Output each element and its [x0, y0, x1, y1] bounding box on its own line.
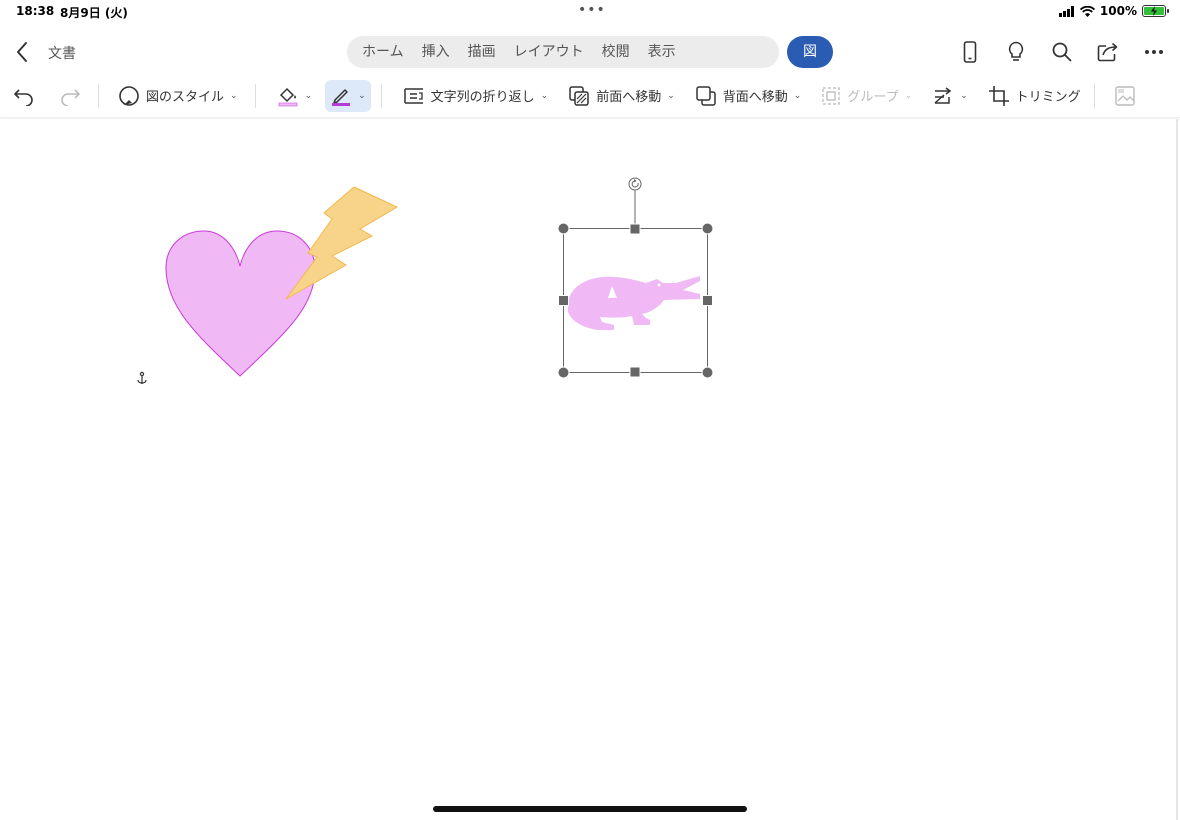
ribbon-tabs: ホーム 挿入 描画 レイアウト 校閲 表示 [347, 36, 779, 68]
battery-icon [1142, 5, 1169, 17]
paint-bucket-icon [278, 87, 297, 106]
line-color-button[interactable]: ⌄ [325, 79, 371, 112]
chevron-down-icon: ⌄ [904, 90, 913, 101]
group-label: グループ [847, 90, 899, 105]
chevron-down-icon: ⌄ [667, 90, 675, 101]
undo-icon [14, 88, 33, 106]
tab-draw[interactable]: 描画 [459, 36, 505, 68]
resize-handle-edge[interactable] [702, 295, 713, 306]
tab-view[interactable]: 表示 [639, 36, 685, 68]
resize-handle-corner[interactable] [557, 366, 570, 379]
rotate-icon [934, 86, 952, 104]
alt-text-image-icon [1114, 85, 1135, 106]
resize-handle-edge[interactable] [629, 366, 641, 378]
crocodile-shape[interactable] [568, 276, 700, 330]
bring-forward-icon [569, 85, 589, 106]
status-bar: 18:38 8月9日 (火) ••• 100% [0, 0, 1180, 24]
chevron-left-icon [17, 42, 27, 62]
bring-forward-button[interactable]: 前面へ移動 ⌄ [563, 80, 680, 112]
group-icon [822, 86, 840, 105]
top-right-icons [956, 38, 1168, 66]
wrap-text-label: 文字列の折り返し [430, 90, 535, 105]
chevron-down-icon: ⌄ [358, 90, 366, 101]
resize-handle-corner[interactable] [701, 366, 714, 379]
status-time: 18:38 [16, 4, 55, 18]
share-button[interactable] [1094, 38, 1122, 66]
chevron-down-icon: ⌄ [960, 90, 968, 101]
ribbon-separator [98, 83, 99, 108]
chevron-down-icon: ⌄ [540, 90, 549, 101]
cellular-signal-icon [1058, 5, 1074, 17]
fill-color-button[interactable]: ⌄ [272, 80, 318, 112]
resize-handle-corner[interactable] [557, 222, 570, 235]
multitasking-dots-icon[interactable]: ••• [578, 2, 606, 18]
ribbon-separator [1093, 83, 1095, 108]
share-icon [1097, 42, 1118, 62]
home-indicator[interactable] [433, 806, 747, 812]
send-backward-label: 背面へ移動 [722, 90, 788, 105]
back-button[interactable] [10, 38, 34, 66]
picture-styles-label: 図のスタイル [146, 90, 225, 105]
crop-icon [988, 85, 1009, 106]
chevron-down-icon: ⌄ [304, 90, 313, 101]
tab-insert[interactable]: 挿入 [413, 36, 459, 68]
tab-layout[interactable]: レイアウト [505, 36, 593, 68]
wrap-text-icon [403, 87, 423, 104]
anchor-icon[interactable] [137, 371, 147, 384]
undo-button[interactable] [8, 80, 40, 112]
crop-button[interactable]: トリミング [983, 80, 1086, 112]
ribbon-separator [254, 83, 256, 108]
resize-handle-edge[interactable] [558, 295, 569, 306]
picture-styles-button[interactable]: 図のスタイル ⌄ [113, 80, 243, 112]
chevron-down-icon: ⌄ [793, 90, 802, 101]
shape-style-icon [119, 85, 139, 106]
ribbon-separator [380, 83, 382, 108]
title-row: 文書 ホーム 挿入 描画 レイアウト 校閲 表示 図 [0, 30, 1180, 74]
crop-label: トリミング [1015, 90, 1081, 105]
search-icon [1052, 42, 1072, 62]
resize-handle-edge[interactable] [629, 223, 641, 235]
heart-shape[interactable] [165, 230, 316, 377]
chevron-down-icon: ⌄ [230, 90, 238, 101]
search-button[interactable] [1048, 38, 1076, 66]
tab-home[interactable]: ホーム [353, 36, 413, 68]
phone-view-icon [963, 41, 977, 63]
ideas-button[interactable] [1002, 38, 1030, 66]
phone-view-button[interactable] [956, 38, 984, 66]
group-button[interactable]: グループ ⌄ [816, 80, 917, 112]
resize-handle-corner[interactable] [701, 222, 714, 235]
redo-icon [61, 88, 80, 106]
status-date: 8月9日 (火) [60, 6, 128, 20]
tab-shape[interactable]: 図 [787, 36, 833, 68]
send-backward-icon [696, 85, 716, 106]
status-indicators: 100% [1058, 4, 1169, 18]
rotate-button[interactable]: ⌄ [927, 80, 973, 112]
pen-icon [332, 88, 351, 106]
send-backward-button[interactable]: 背面へ移動 ⌄ [690, 80, 807, 112]
document-canvas[interactable] [0, 119, 1178, 820]
rotate-handle-icon[interactable] [628, 177, 642, 191]
ribbon-toolbar: 図のスタイル ⌄ ⌄ ⌄ 文字列の折り返し ⌄ 前面へ移動 ⌄ 背面へ移動 ⌄ … [0, 74, 1180, 118]
redo-button[interactable] [54, 80, 86, 112]
bring-forward-label: 前面へ移動 [596, 90, 662, 105]
lightbulb-icon [1008, 41, 1024, 61]
wifi-icon [1079, 5, 1095, 17]
battery-percent: 100% [1099, 4, 1137, 18]
alt-text-button[interactable] [1109, 80, 1143, 112]
more-icon [1145, 50, 1163, 54]
tab-review[interactable]: 校閲 [593, 36, 639, 68]
more-button[interactable] [1140, 38, 1168, 66]
wrap-text-button[interactable]: 文字列の折り返し ⌄ [398, 80, 554, 112]
document-title[interactable]: 文書 [48, 43, 76, 63]
